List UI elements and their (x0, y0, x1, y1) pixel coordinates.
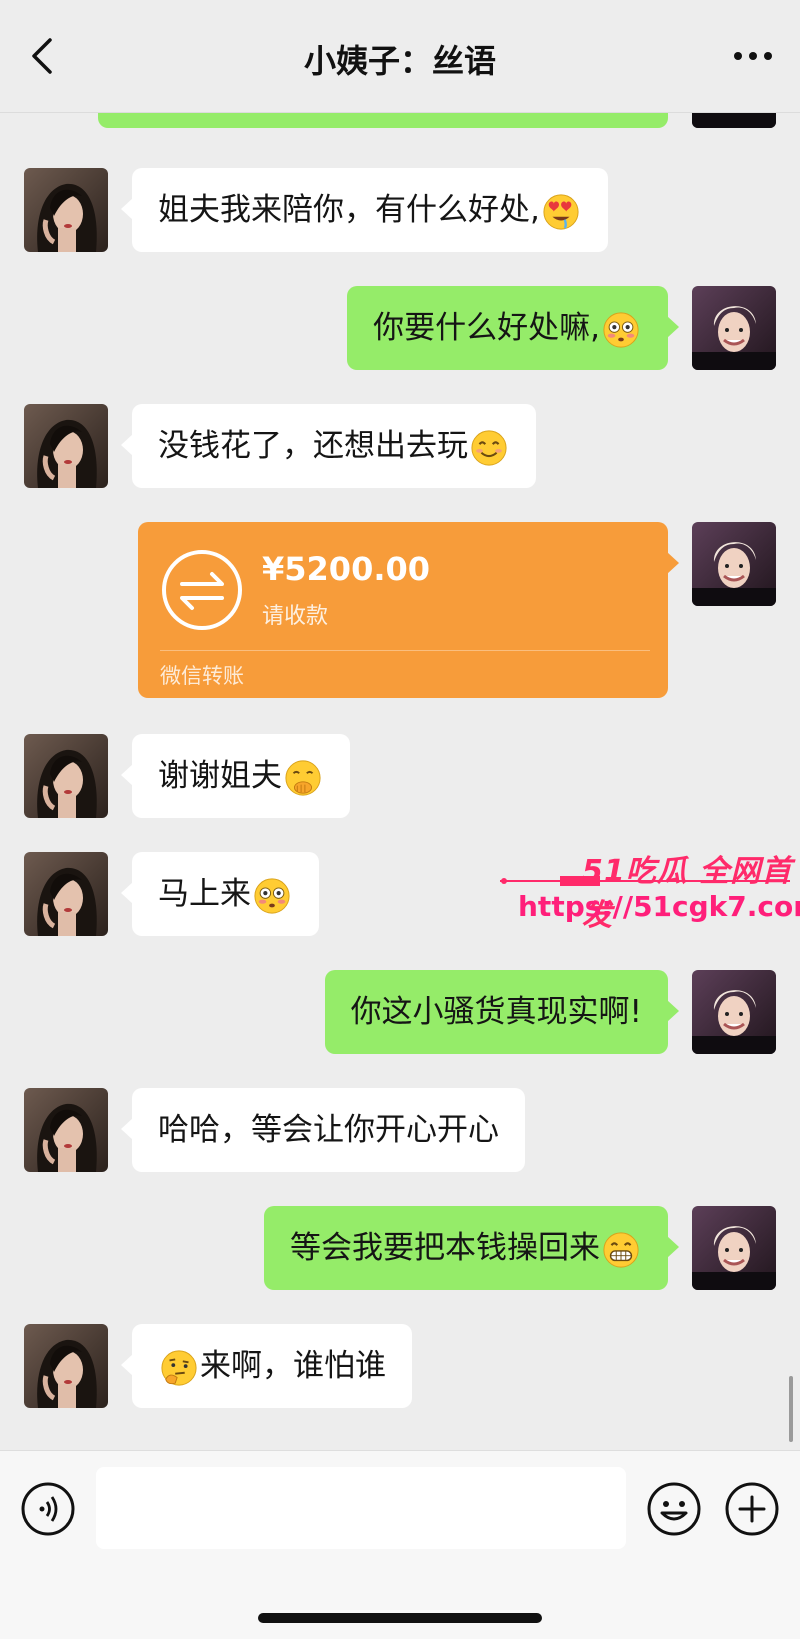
message-input[interactable] (96, 1467, 626, 1549)
avatar-contact[interactable] (24, 852, 108, 936)
input-bar (0, 1450, 800, 1639)
message-bubble-incoming[interactable]: 谢谢姐夫 (121, 734, 350, 818)
divider (160, 650, 650, 651)
message-text: 你要什么好处嘛, (373, 310, 600, 346)
scrollbar[interactable] (789, 1376, 793, 1442)
thinking-face-icon (160, 1349, 198, 1387)
home-indicator[interactable] (258, 1613, 542, 1623)
avatar-self[interactable] (692, 970, 776, 1054)
chat-title: 小姨子：丝语 (303, 42, 496, 80)
message-text: 哈哈，等会让你开心开心 (158, 1112, 499, 1148)
avatar-contact[interactable] (24, 404, 108, 488)
emoji-picker-icon[interactable] (646, 1481, 702, 1537)
watermark-url: https://51cgk7.com (518, 890, 800, 923)
avatar-contact[interactable] (24, 734, 108, 818)
avatar-self[interactable] (692, 1206, 776, 1290)
message-text: 等会我要把本钱操回来 (290, 1230, 600, 1266)
message-text: 马上来 (158, 876, 251, 912)
message-bubble-outgoing[interactable]: 等会我要把本钱操回来 (264, 1206, 679, 1290)
message-bubble-incoming[interactable]: 姐夫我来陪你，有什么好处, (121, 168, 608, 252)
shushing-face-icon (284, 759, 322, 797)
transfer-amount: ¥5200.00 (262, 550, 431, 588)
flushed-face-icon (602, 311, 640, 349)
voice-input-icon[interactable] (20, 1481, 76, 1537)
message-text: 你这小骚货真现实啊! (350, 994, 642, 1030)
message-bubble-incoming[interactable]: 马上来 (121, 852, 319, 936)
message-text: 没钱花了，还想出去玩 (158, 428, 468, 464)
chat-area[interactable]: 姐夫我来陪你，有什么好处, 你要什么好处嘛, 没钱花了，还想出去玩 ¥5200.… (0, 0, 800, 1450)
flushed-face-icon (253, 877, 291, 915)
plus-more-icon[interactable] (724, 1481, 780, 1537)
message-text: 姐夫我来陪你，有什么好处, (158, 192, 540, 228)
avatar-self[interactable] (692, 286, 776, 370)
avatar-contact[interactable] (24, 1324, 108, 1408)
message-text: 谢谢姐夫 (158, 758, 282, 794)
transfer-card[interactable]: ¥5200.00 请收款 微信转账 (138, 522, 679, 698)
grimacing-face-icon (602, 1231, 640, 1269)
navigation-bar: 小姨子：丝语 (0, 0, 800, 113)
message-bubble-incoming[interactable]: 来啊，谁怕谁 (121, 1324, 412, 1408)
message-text: 来啊，谁怕谁 (200, 1348, 386, 1384)
avatar-self[interactable] (692, 522, 776, 606)
message-bubble-outgoing[interactable]: 你要什么好处嘛, (347, 286, 679, 370)
watermark: 51吃瓜 全网首发 https://51cgk7.com (500, 846, 800, 946)
message-bubble-outgoing[interactable]: 你这小骚货真现实啊! (324, 970, 680, 1054)
message-bubble-incoming[interactable]: 哈哈，等会让你开心开心 (121, 1088, 525, 1172)
message-bubble-incoming[interactable]: 没钱花了，还想出去玩 (121, 404, 536, 488)
heart-eyes-drool-icon (542, 193, 580, 231)
avatar-contact[interactable] (24, 1088, 108, 1172)
smiling-face-icon (470, 429, 508, 467)
transfer-status: 请收款 (262, 604, 329, 629)
more-options-icon[interactable] (728, 38, 778, 74)
transfer-arrows-icon (162, 550, 242, 630)
transfer-footer: 微信转账 (160, 664, 244, 688)
avatar-contact[interactable] (24, 168, 108, 252)
